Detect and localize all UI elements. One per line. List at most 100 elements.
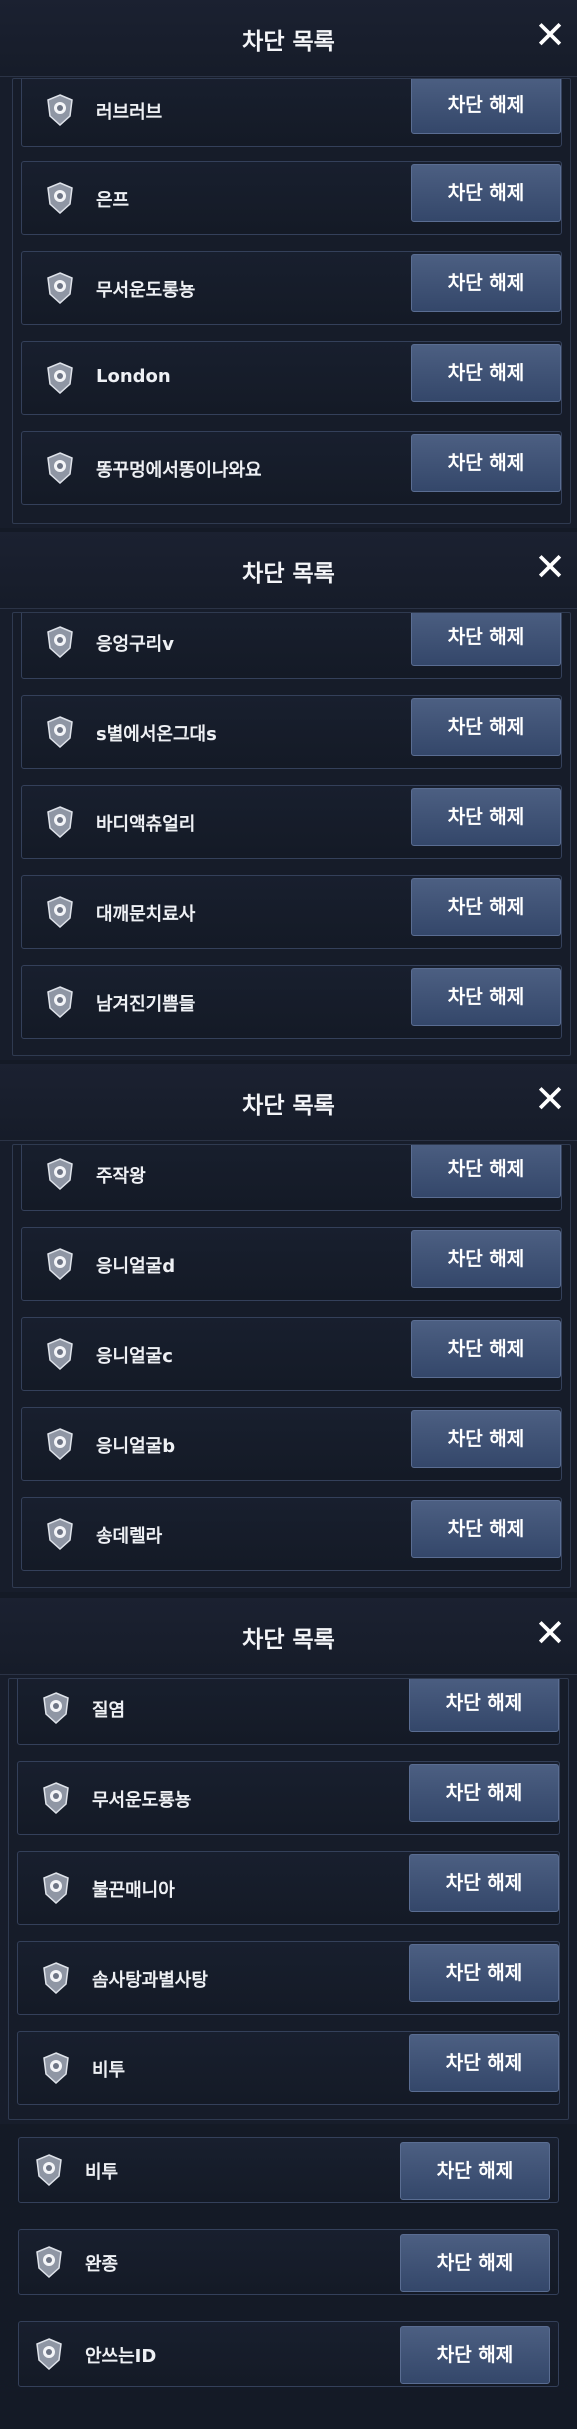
blocked-user-name: 대깨문치료사 [96,904,196,925]
unblock-button[interactable]: 차단 해제 [409,2034,559,2092]
shield-emblem-icon [47,94,73,126]
unblock-button[interactable]: 차단 해제 [411,344,561,402]
shield-emblem-icon [47,182,73,214]
shield-emblem-icon [47,362,73,394]
list-item: 주작왕 차단 해제 [21,1145,562,1211]
blocked-user-name: 질염 [92,1700,126,1721]
blocked-user-name: 불끈매니아 [92,1880,175,1901]
panel-title: 차단 목록 [242,561,335,587]
shield-emblem-icon [47,626,73,658]
block-list: 질염 차단 해제 무서운도룡뇽 차단 해제 불끈매니아 차단 해제 솜사탕과별사… [8,1678,569,2120]
block-list: 응엉구리v 차단 해제 s별에서온그대s 차단 해제 바디액츄얼리 차단 해제 … [12,612,571,1056]
shield-emblem-icon [43,1692,69,1724]
panel-header: 차단 목록 ✕ [0,532,577,609]
list-item: 무서운도룡뇽 차단 해제 [17,1761,560,1835]
unblock-button[interactable]: 차단 해제 [411,1145,561,1198]
block-list-continuation: 비투 차단 해제 완종 차단 해제 안쓰는ID 차단 해제 [0,2125,577,2429]
unblock-button[interactable]: 차단 해제 [400,2234,550,2292]
list-item: 불끈매니아 차단 해제 [17,1851,560,1925]
blocked-user-name: 러브러브 [96,102,163,123]
unblock-button[interactable]: 차단 해제 [411,79,561,134]
shield-emblem-icon [43,1782,69,1814]
block-list: 러브러브 차단 해제 은프 차단 해제 무서운도롱뇽 차단 해제 London … [12,78,571,524]
shield-emblem-icon [47,272,73,304]
block-list: 주작왕 차단 해제 응니얼굴d 차단 해제 응니얼굴c 차단 해제 응니얼굴b … [12,1144,571,1588]
list-item: 송데렐라 차단 해제 [21,1497,562,1571]
unblock-button[interactable]: 차단 해제 [411,1230,561,1288]
shield-emblem-icon [47,452,73,484]
blocked-user-name: 비투 [92,2060,126,2081]
unblock-button[interactable]: 차단 해제 [411,164,561,222]
list-item: 은프 차단 해제 [21,161,562,235]
unblock-button[interactable]: 차단 해제 [411,698,561,756]
close-icon[interactable]: ✕ [529,546,571,588]
unblock-button[interactable]: 차단 해제 [409,1854,559,1912]
shield-emblem-icon [47,1428,73,1460]
blocked-user-name: 주작왕 [96,1166,146,1187]
shield-emblem-icon [47,1518,73,1550]
shield-emblem-icon [47,1248,73,1280]
list-item: 러브러브 차단 해제 [21,79,562,147]
unblock-button[interactable]: 차단 해제 [411,1320,561,1378]
panel-header: 차단 목록 ✕ [0,1064,577,1141]
unblock-button[interactable]: 차단 해제 [411,1410,561,1468]
unblock-button[interactable]: 차단 해제 [411,968,561,1026]
blocked-user-name: 응니얼굴d [96,1256,176,1277]
shield-emblem-icon [43,1962,69,1994]
blocked-user-name: 응니얼굴c [96,1346,173,1367]
unblock-button[interactable]: 차단 해제 [411,878,561,936]
list-item: 대깨문치료사 차단 해제 [21,875,562,949]
panel-header: 차단 목록 ✕ [0,1598,577,1675]
unblock-button[interactable]: 차단 해제 [409,1679,559,1732]
shield-emblem-icon [43,2052,69,2084]
list-item: s별에서온그대s 차단 해제 [21,695,562,769]
list-item: 완종 차단 해제 [18,2229,559,2295]
panel-title: 차단 목록 [242,1627,335,1653]
unblock-button[interactable]: 차단 해제 [411,613,561,666]
unblock-button[interactable]: 차단 해제 [400,2142,550,2200]
panel-header: 차단 목록 ✕ [0,0,577,77]
panel-title: 차단 목록 [242,1093,335,1119]
close-icon[interactable]: ✕ [529,14,571,56]
list-item: London 차단 해제 [21,341,562,415]
unblock-button[interactable]: 차단 해제 [411,434,561,492]
blocked-user-name: 남겨진기쁨들 [96,994,196,1015]
close-icon[interactable]: ✕ [529,1612,571,1654]
unblock-button[interactable]: 차단 해제 [411,254,561,312]
panel-title: 차단 목록 [242,29,335,55]
blocked-user-name: London [96,366,171,387]
list-item: 비투 차단 해제 [18,2137,559,2203]
list-item: 응니얼굴b 차단 해제 [21,1407,562,1481]
shield-emblem-icon [36,2338,62,2370]
shield-emblem-icon [43,1872,69,1904]
blocked-user-name: 무서운도롱뇽 [96,280,196,301]
shield-emblem-icon [47,716,73,748]
list-item: 바디액츄얼리 차단 해제 [21,785,562,859]
blocked-user-name: 완종 [85,2254,119,2275]
list-item: 무서운도롱뇽 차단 해제 [21,251,562,325]
close-icon[interactable]: ✕ [529,1078,571,1120]
block-list-panel-1: 차단 목록 ✕ 러브러브 차단 해제 은프 차단 해제 무서운도롱뇽 차단 해제… [0,0,577,528]
shield-emblem-icon [36,2154,62,2186]
shield-emblem-icon [47,1338,73,1370]
block-list-panel-2: 차단 목록 ✕ 응엉구리v 차단 해제 s별에서온그대s 차단 해제 바디액츄얼… [0,532,577,1060]
unblock-button[interactable]: 차단 해제 [409,1944,559,2002]
blocked-user-name: 비투 [85,2162,119,2183]
unblock-button[interactable]: 차단 해제 [411,1500,561,1558]
list-item: 비투 차단 해제 [17,2031,560,2105]
list-item: 응니얼굴c 차단 해제 [21,1317,562,1391]
blocked-user-name: 안쓰는ID [85,2346,157,2367]
shield-emblem-icon [47,806,73,838]
block-list-panel-4: 차단 목록 ✕ 질염 차단 해제 무서운도룡뇽 차단 해제 불끈매니아 차단 해… [0,1598,577,2124]
unblock-button[interactable]: 차단 해제 [411,788,561,846]
block-list-panel-3: 차단 목록 ✕ 주작왕 차단 해제 응니얼굴d 차단 해제 응니얼굴c 차단 해… [0,1064,577,1592]
list-item: 남겨진기쁨들 차단 해제 [21,965,562,1039]
list-item: 응엉구리v 차단 해제 [21,613,562,679]
blocked-user-name: 은프 [96,190,130,211]
blocked-user-name: 응엉구리v [96,634,174,655]
unblock-button[interactable]: 차단 해제 [400,2326,550,2384]
list-item: 안쓰는ID 차단 해제 [18,2321,559,2387]
unblock-button[interactable]: 차단 해제 [409,1764,559,1822]
blocked-user-name: s별에서온그대s [96,724,217,745]
blocked-user-name: 솜사탕과별사탕 [92,1970,208,1991]
